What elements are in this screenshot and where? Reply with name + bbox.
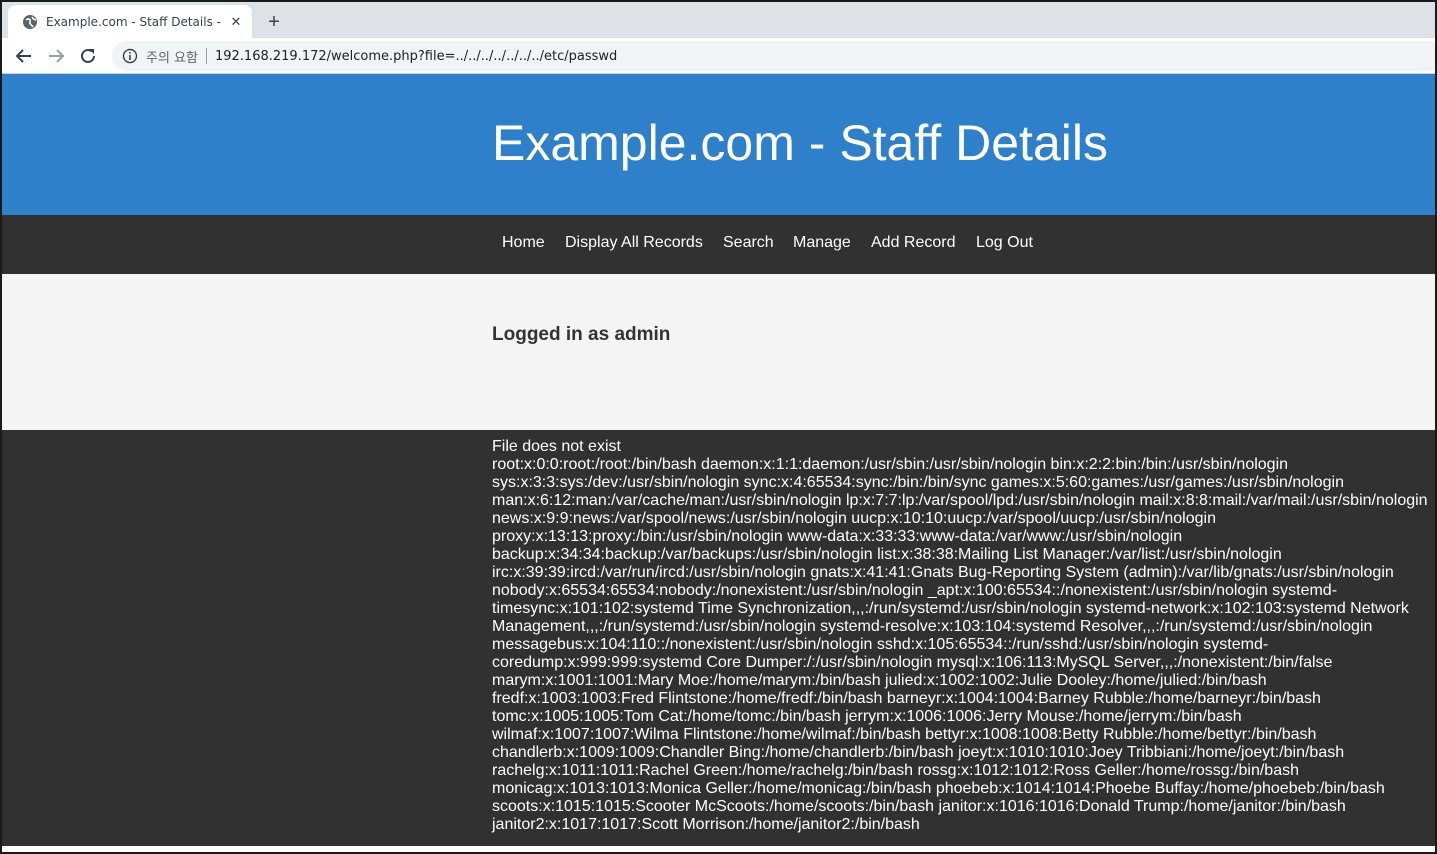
nav-log-out[interactable]: Log Out	[976, 234, 1033, 252]
nav-home[interactable]: Home	[502, 234, 545, 252]
site-title: Example.com - Staff Details	[492, 115, 1108, 171]
passwd-line: sys:x:3:3:sys:/dev:/usr/sbin/nologin syn…	[492, 474, 1344, 491]
passwd-line: proxy:x:13:13:proxy:/bin:/usr/sbin/nolog…	[492, 528, 1183, 545]
reload-icon	[81, 48, 95, 63]
nav-search[interactable]: Search	[723, 234, 774, 252]
globe-icon	[22, 14, 38, 30]
passwd-line: janitor2:x:1017:1017:Scott Morrison:/hom…	[492, 816, 920, 833]
browser-toolbar: 주의 요함 192.168.219.172/welcome.php?file=.…	[2, 38, 1435, 74]
address-bar[interactable]: 주의 요함 192.168.219.172/welcome.php?file=.…	[112, 41, 1435, 71]
file-output-section: File does not exist root:x:0:0:root:/roo…	[2, 430, 1435, 846]
arrow-right-icon	[49, 49, 65, 63]
passwd-line: wilmaf:x:1007:1007:Wilma Flintstone:/hom…	[492, 726, 1317, 743]
nav-manage[interactable]: Manage	[793, 234, 851, 252]
security-status-label[interactable]: 주의 요함	[146, 47, 198, 66]
passwd-line: nobody:x:65534:65534:nobody:/nonexistent…	[492, 582, 1338, 599]
passwd-line: timesync:x:101:102:systemd Time Synchron…	[492, 600, 1409, 617]
browser-window: Example.com - Staff Details - W ✕ + 주의 요…	[0, 0, 1437, 854]
passwd-line: chandlerb:x:1009:1009:Chandler Bing:/hom…	[492, 744, 1345, 761]
passwd-line: irc:x:39:39:ircd:/var/run/ircd:/usr/sbin…	[492, 564, 1394, 581]
web-page: Example.com - Staff Details Home Display…	[2, 74, 1435, 852]
reload-button[interactable]	[74, 42, 102, 70]
file-error-message: File does not exist	[492, 438, 621, 455]
logged-in-text: Logged in as admin	[492, 324, 671, 345]
info-icon[interactable]	[122, 48, 138, 64]
url-text[interactable]: 192.168.219.172/welcome.php?file=../../.…	[215, 49, 617, 64]
passwd-line: root:x:0:0:root:/root:/bin/bash daemon:x…	[492, 456, 1289, 473]
passwd-line: scoots:x:1015:1015:Scooter McScoots:/hom…	[492, 798, 1346, 815]
passwd-line: monicag:x:1013:1013:Monica Geller:/home/…	[492, 780, 1385, 797]
new-tab-button[interactable]: +	[262, 10, 286, 34]
file-output-text: File does not exist root:x:0:0:root:/roo…	[492, 438, 1432, 834]
passwd-line: coredump:x:999:999:systemd Core Dumper:/…	[492, 654, 1333, 671]
passwd-line: tomc:x:1005:1005:Tom Cat:/home/tomc:/bin…	[492, 708, 1242, 725]
passwd-line: rachelg:x:1011:1011:Rachel Green:/home/r…	[492, 762, 1299, 779]
nav-add-record[interactable]: Add Record	[871, 234, 956, 252]
passwd-line: Management,,,:/run/systemd:/usr/sbin/nol…	[492, 618, 1373, 635]
nav-display-all-records[interactable]: Display All Records	[565, 234, 703, 252]
login-status-section: Logged in as admin	[2, 274, 1435, 430]
passwd-line: man:x:6:12:man:/var/cache/man:/usr/sbin/…	[492, 492, 1428, 509]
omnibox-divider	[205, 48, 207, 64]
back-button[interactable]	[10, 42, 38, 70]
site-header: Example.com - Staff Details	[2, 74, 1435, 215]
main-nav: Home Display All Records Search Manage A…	[2, 215, 1435, 274]
close-icon[interactable]: ✕	[228, 14, 244, 30]
tab-strip: Example.com - Staff Details - W ✕ +	[2, 2, 1435, 38]
passwd-line: news:x:9:9:news:/var/spool/news:/usr/sbi…	[492, 510, 1216, 527]
passwd-line: fredf:x:1003:1003:Fred Flintstone:/home/…	[492, 690, 1321, 707]
passwd-line: backup:x:34:34:backup:/var/backups:/usr/…	[492, 546, 1282, 563]
passwd-line: marym:x:1001:1001:Mary Moe:/home/marym:/…	[492, 672, 1267, 689]
passwd-line: messagebus:x:104:110::/nonexistent:/usr/…	[492, 636, 1269, 653]
arrow-left-icon	[15, 49, 31, 63]
tab-title: Example.com - Staff Details - W	[46, 14, 222, 29]
forward-button[interactable]	[42, 42, 70, 70]
browser-tab[interactable]: Example.com - Staff Details - W ✕	[8, 5, 252, 38]
